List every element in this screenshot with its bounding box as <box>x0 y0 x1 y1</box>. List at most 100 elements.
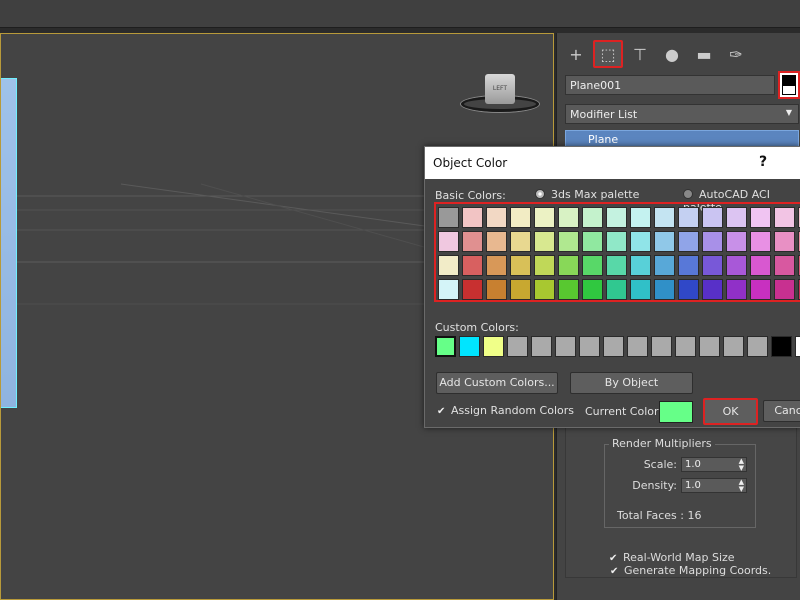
custom-color-swatch[interactable] <box>555 336 576 357</box>
basic-color-swatch[interactable] <box>726 255 747 276</box>
custom-color-swatch[interactable] <box>531 336 552 357</box>
basic-color-swatch[interactable] <box>750 255 771 276</box>
scale-spinner[interactable]: 1.0 ▲ ▼ <box>681 457 747 472</box>
custom-color-swatch[interactable] <box>603 336 624 357</box>
basic-color-swatch[interactable] <box>510 279 531 300</box>
custom-color-swatch[interactable] <box>747 336 768 357</box>
basic-color-swatch[interactable] <box>510 255 531 276</box>
basic-color-swatch[interactable] <box>582 255 603 276</box>
current-color-swatch[interactable] <box>659 401 693 423</box>
basic-color-swatch[interactable] <box>462 279 483 300</box>
basic-color-swatch[interactable] <box>678 207 699 228</box>
radio-unselected-icon[interactable] <box>683 189 693 199</box>
modifier-list-dropdown[interactable]: Modifier List ▼ <box>565 104 799 124</box>
custom-color-swatch[interactable] <box>699 336 720 357</box>
basic-color-swatch[interactable] <box>678 255 699 276</box>
basic-color-swatch[interactable] <box>462 207 483 228</box>
custom-color-swatch[interactable] <box>723 336 744 357</box>
custom-color-swatch[interactable] <box>435 336 456 357</box>
basic-color-swatch[interactable] <box>486 279 507 300</box>
basic-color-swatch[interactable] <box>510 231 531 252</box>
viewcube[interactable]: LEFT <box>459 74 543 114</box>
basic-color-swatch[interactable] <box>774 207 795 228</box>
basic-color-swatch[interactable] <box>534 231 555 252</box>
basic-color-swatch[interactable] <box>702 231 723 252</box>
basic-color-swatch[interactable] <box>654 255 675 276</box>
basic-color-swatch[interactable] <box>534 207 555 228</box>
modify-curve-icon[interactable]: ⬚ <box>593 40 623 68</box>
basic-color-swatch[interactable] <box>702 255 723 276</box>
basic-color-swatch[interactable] <box>774 255 795 276</box>
basic-color-swatch[interactable] <box>630 255 651 276</box>
basic-color-swatch[interactable] <box>678 279 699 300</box>
basic-color-swatch[interactable] <box>654 231 675 252</box>
plane-object[interactable] <box>1 78 17 408</box>
radio-aci-palette[interactable]: AutoCAD ACI palette <box>683 188 800 214</box>
basic-color-swatch[interactable] <box>438 279 459 300</box>
basic-color-swatch[interactable] <box>630 279 651 300</box>
object-color-swatch[interactable] <box>778 71 800 99</box>
checkmark-icon[interactable]: ✔ <box>610 567 620 577</box>
custom-color-swatch[interactable] <box>507 336 528 357</box>
basic-color-swatch[interactable] <box>774 231 795 252</box>
basic-color-swatch[interactable] <box>606 207 627 228</box>
checkmark-icon[interactable]: ✔ <box>609 554 619 564</box>
basic-color-swatch[interactable] <box>726 231 747 252</box>
radio-3ds-max-palette[interactable]: 3ds Max palette <box>535 188 639 202</box>
basic-color-swatch[interactable] <box>606 255 627 276</box>
plus-icon[interactable]: + <box>561 40 591 68</box>
basic-color-swatch[interactable] <box>726 279 747 300</box>
basic-color-swatch[interactable] <box>510 207 531 228</box>
basic-color-swatch[interactable] <box>558 255 579 276</box>
basic-color-swatch[interactable] <box>558 231 579 252</box>
custom-color-swatch[interactable] <box>483 336 504 357</box>
basic-color-swatch[interactable] <box>582 279 603 300</box>
basic-color-swatch[interactable] <box>750 207 771 228</box>
basic-color-swatch[interactable] <box>558 279 579 300</box>
by-object-button[interactable]: By Object <box>570 372 693 394</box>
basic-color-swatch[interactable] <box>582 207 603 228</box>
basic-color-swatch[interactable] <box>630 207 651 228</box>
hierarchy-icon[interactable]: ⊤ <box>625 40 655 68</box>
basic-color-swatch[interactable] <box>606 231 627 252</box>
basic-color-swatch[interactable] <box>678 231 699 252</box>
basic-color-swatch[interactable] <box>534 279 555 300</box>
cancel-button[interactable]: Cancel <box>763 400 800 422</box>
basic-color-swatch[interactable] <box>654 207 675 228</box>
custom-color-swatch[interactable] <box>459 336 480 357</box>
custom-color-swatch[interactable] <box>675 336 696 357</box>
custom-color-swatch[interactable] <box>795 336 800 357</box>
basic-color-swatch[interactable] <box>606 279 627 300</box>
generate-mapping-row[interactable]: ✔ Generate Mapping Coords. <box>610 564 771 578</box>
spinner-arrows-icon[interactable]: ▲ ▼ <box>739 458 744 472</box>
basic-color-swatch[interactable] <box>462 231 483 252</box>
display-monitor-icon[interactable]: ▬ <box>689 40 719 68</box>
basic-color-swatch[interactable] <box>750 279 771 300</box>
basic-color-swatch[interactable] <box>438 255 459 276</box>
basic-color-swatch[interactable] <box>750 231 771 252</box>
ok-button[interactable]: OK <box>703 398 758 425</box>
basic-color-swatch[interactable] <box>462 255 483 276</box>
density-spinner[interactable]: 1.0 ▲ ▼ <box>681 478 747 493</box>
assign-random-row[interactable]: ✔ Assign Random Colors <box>437 404 574 417</box>
basic-color-swatch[interactable] <box>438 231 459 252</box>
custom-color-swatch[interactable] <box>651 336 672 357</box>
radio-selected-icon[interactable] <box>535 189 545 199</box>
spinner-arrows-icon[interactable]: ▲ ▼ <box>739 479 744 493</box>
basic-color-swatch[interactable] <box>534 255 555 276</box>
custom-color-swatch[interactable] <box>627 336 648 357</box>
basic-color-swatch[interactable] <box>486 255 507 276</box>
custom-color-swatch[interactable] <box>771 336 792 357</box>
custom-color-swatch[interactable] <box>579 336 600 357</box>
basic-color-swatch[interactable] <box>654 279 675 300</box>
add-custom-colors-button[interactable]: Add Custom Colors... <box>436 372 558 394</box>
basic-color-swatch[interactable] <box>702 279 723 300</box>
help-icon[interactable]: ? <box>759 154 767 170</box>
viewcube-face[interactable]: LEFT <box>485 74 515 104</box>
basic-color-swatch[interactable] <box>726 207 747 228</box>
basic-color-swatch[interactable] <box>630 231 651 252</box>
basic-color-swatch[interactable] <box>702 207 723 228</box>
basic-color-swatch[interactable] <box>486 207 507 228</box>
wrench-icon[interactable]: ✑ <box>721 40 751 68</box>
basic-color-swatch[interactable] <box>774 279 795 300</box>
